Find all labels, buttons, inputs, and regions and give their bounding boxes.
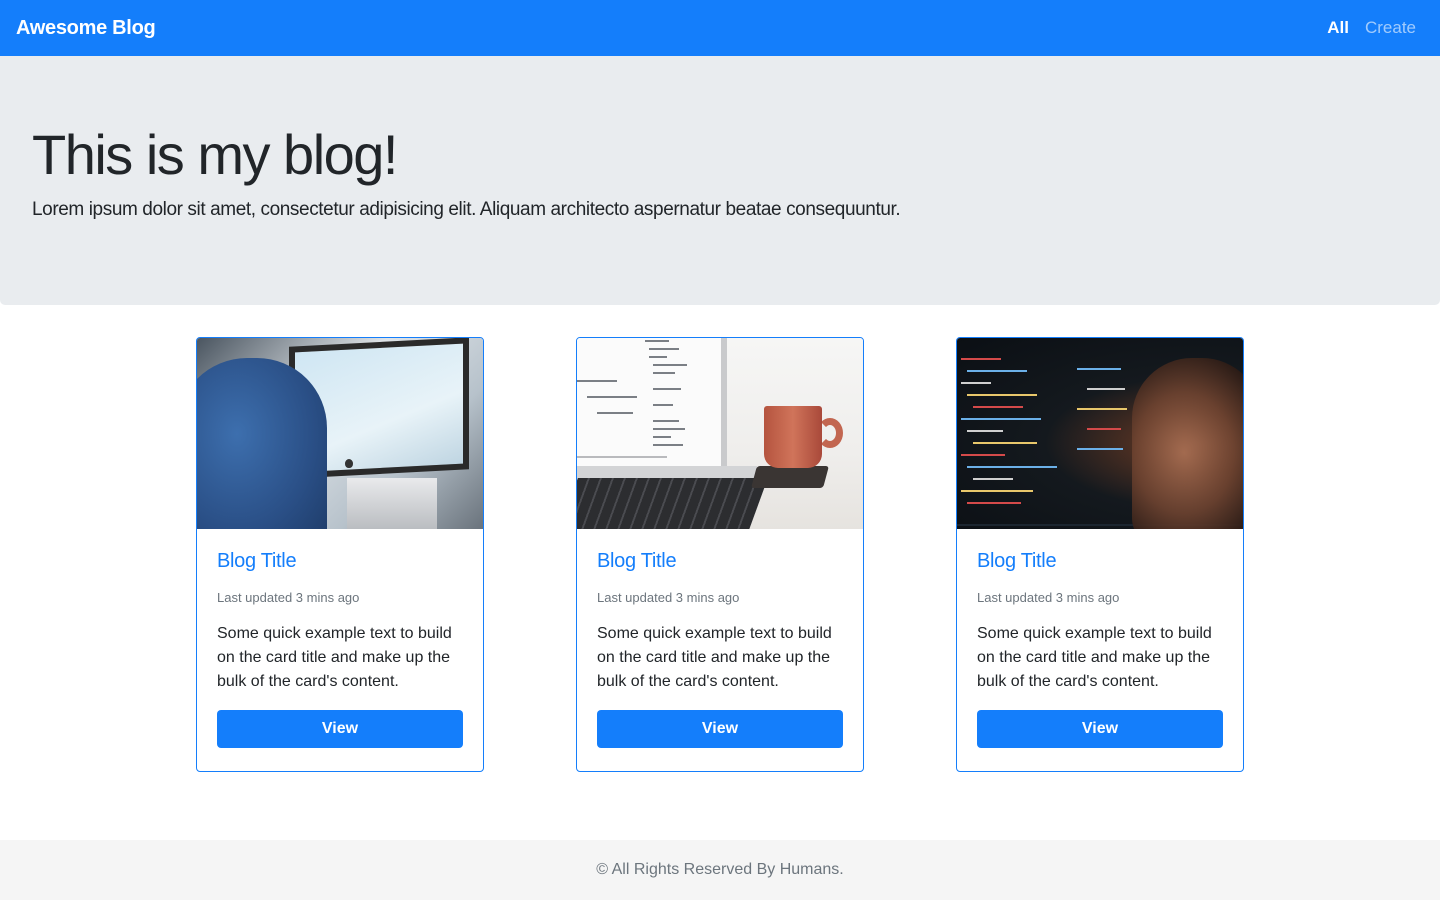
card-title-link[interactable]: Blog Title bbox=[217, 549, 463, 573]
code-line bbox=[653, 444, 683, 446]
code-line bbox=[645, 340, 669, 342]
view-button[interactable]: View bbox=[217, 710, 463, 748]
code-line bbox=[653, 372, 675, 374]
card-image-person-at-computer bbox=[197, 338, 483, 529]
code-line bbox=[1077, 408, 1127, 410]
code-line bbox=[967, 430, 1003, 432]
code-line bbox=[961, 454, 1005, 456]
code-line bbox=[967, 502, 1021, 504]
code-line bbox=[597, 412, 633, 414]
nav-link-create[interactable]: Create bbox=[1365, 18, 1416, 38]
card-title-link[interactable]: Blog Title bbox=[597, 549, 843, 573]
code-line bbox=[653, 388, 681, 390]
card-updated-text: Last updated 3 mins ago bbox=[597, 590, 740, 605]
laptop-keyboard bbox=[577, 478, 768, 529]
laptop-screen bbox=[577, 338, 727, 468]
code-line bbox=[961, 382, 991, 384]
blog-card: Blog Title Last updated 3 mins ago Some … bbox=[196, 337, 484, 772]
nav-link-all[interactable]: All bbox=[1327, 18, 1349, 38]
code-line bbox=[653, 420, 679, 422]
navbar: Awesome Blog All Create bbox=[0, 0, 1440, 56]
code-line bbox=[649, 348, 679, 350]
code-line bbox=[649, 356, 667, 358]
code-line bbox=[1077, 368, 1121, 370]
apple-logo-icon bbox=[345, 459, 353, 468]
code-line bbox=[653, 436, 671, 438]
brand-link[interactable]: Awesome Blog bbox=[16, 17, 156, 40]
hero-title: This is my blog! bbox=[32, 123, 399, 186]
blog-card: Blog Title Last updated 3 mins ago Some … bbox=[956, 337, 1244, 772]
card-updated-text: Last updated 3 mins ago bbox=[217, 590, 360, 605]
monitor-stand bbox=[347, 478, 437, 529]
code-line bbox=[587, 396, 637, 398]
coaster bbox=[751, 466, 829, 488]
person-silhouette bbox=[197, 358, 327, 529]
footer-copyright: © All Rights Reserved By Humans. bbox=[596, 861, 844, 878]
code-line bbox=[973, 406, 1023, 408]
blog-card: Blog Title Last updated 3 mins ago Some … bbox=[576, 337, 864, 772]
footer: © All Rights Reserved By Humans. bbox=[0, 840, 1440, 900]
coffee-cup-icon bbox=[764, 406, 822, 468]
code-line bbox=[653, 404, 673, 406]
hero-lead: Lorem ipsum dolor sit amet, consectetur … bbox=[32, 199, 901, 220]
view-button[interactable]: View bbox=[977, 710, 1223, 748]
code-line bbox=[961, 418, 1041, 420]
blog-card-grid: Blog Title Last updated 3 mins ago Some … bbox=[196, 337, 1244, 772]
code-line bbox=[1077, 448, 1123, 450]
code-line bbox=[653, 364, 687, 366]
nav-links: All Create bbox=[1327, 18, 1416, 38]
card-body: Blog Title Last updated 3 mins ago Some … bbox=[577, 529, 863, 748]
card-image-dark-code-screen bbox=[957, 338, 1243, 529]
code-line bbox=[577, 456, 667, 458]
card-image-laptop-and-cup bbox=[577, 338, 863, 529]
card-description: Some quick example text to build on the … bbox=[597, 625, 832, 690]
card-title-link[interactable]: Blog Title bbox=[977, 549, 1223, 573]
code-line bbox=[967, 370, 1027, 372]
card-body: Blog Title Last updated 3 mins ago Some … bbox=[197, 529, 483, 748]
view-button[interactable]: View bbox=[597, 710, 843, 748]
code-line bbox=[973, 478, 1013, 480]
code-line bbox=[967, 466, 1057, 468]
code-line bbox=[967, 394, 1037, 396]
code-line bbox=[961, 358, 1001, 360]
code-line bbox=[1087, 388, 1125, 390]
code-line bbox=[577, 380, 617, 382]
card-updated-text: Last updated 3 mins ago bbox=[977, 590, 1120, 605]
card-description: Some quick example text to build on the … bbox=[977, 625, 1212, 690]
hero-jumbotron: This is my blog! Lorem ipsum dolor sit a… bbox=[0, 56, 1440, 305]
code-line bbox=[961, 490, 1033, 492]
card-body: Blog Title Last updated 3 mins ago Some … bbox=[957, 529, 1243, 748]
code-line bbox=[1087, 428, 1121, 430]
person-head-silhouette bbox=[1132, 358, 1243, 529]
code-line bbox=[653, 428, 685, 430]
code-line bbox=[973, 442, 1037, 444]
card-description: Some quick example text to build on the … bbox=[217, 625, 452, 690]
